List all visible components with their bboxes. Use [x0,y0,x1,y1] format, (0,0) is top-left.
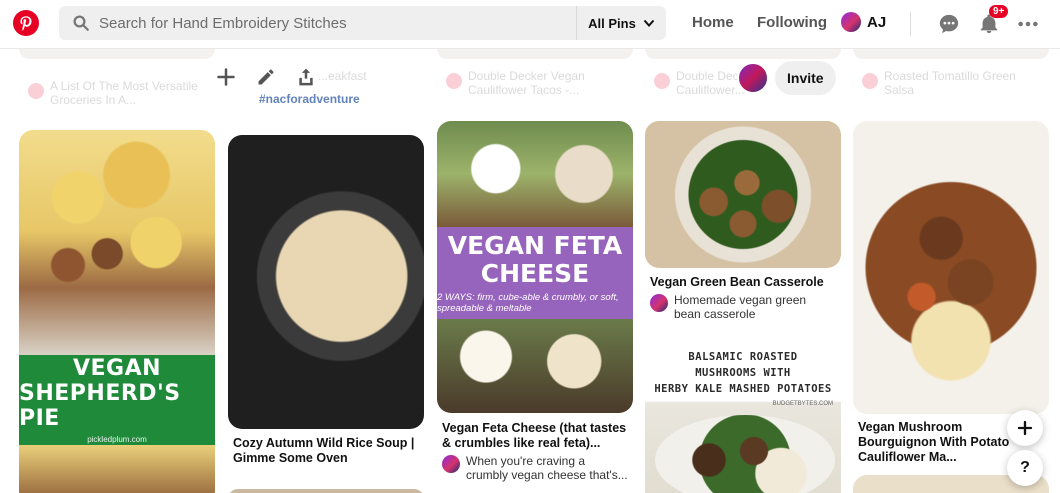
pin-card[interactable]: VEGAN SHEPHERD'S PIE pickledplum.com [19,130,215,493]
pencil-icon [258,69,274,85]
avatar[interactable] [737,62,769,94]
hashtag-link[interactable]: #nacforadventure [259,92,360,106]
search-bar[interactable]: All Pins [59,6,666,40]
plus-icon [217,68,235,86]
banner-subtext: 2 WAYS: firm, cube-able & crumbly, or so… [437,292,619,314]
avatar [650,294,668,312]
pin-image[interactable]: BALSAMIC ROASTED MUSHROOMS WITH HERBY KA… [645,345,841,493]
banner-text: CHEESE [480,259,590,288]
pin-image[interactable]: VEGAN FETA CHEESE 2 WAYS: firm, cube-abl… [437,121,633,413]
add-pin-button[interactable] [214,65,238,89]
faded-pin-title: Roasted Tomatillo Green Salsa [884,69,1016,97]
plus-icon [1017,420,1033,436]
banner-text: HERBY KALE MASHED POTATOES [654,383,832,395]
banner-text: VEGAN FETA [447,231,623,260]
pin-source-avatar [862,73,878,89]
collaborator-invite: Invite [737,61,836,95]
create-pin-button[interactable] [1007,410,1043,446]
pin-card[interactable]: BALSAMIC ROASTED MUSHROOMS WITH HERBY KA… [645,345,841,493]
notification-badge: 9+ [989,5,1009,18]
pin-title[interactable]: Vegan Green Bean Casserole [650,275,836,290]
user-name: AJ [867,13,887,31]
banner-text: MUSHROOMS WITH [695,367,791,379]
faded-pin-image [437,49,633,59]
food-photo [19,130,215,355]
nav-home-link[interactable]: Home [692,14,734,31]
top-header: All Pins Home Following AJ 9+ [0,0,1060,49]
pinterest-logo-icon[interactable] [13,10,39,36]
header-divider [910,12,911,36]
chat-icon [939,14,959,34]
pin-source-avatar [654,73,670,89]
nav-following-link[interactable]: Following [757,14,827,31]
chevron-down-icon [643,19,655,27]
pin-image[interactable] [645,121,841,268]
food-photo [655,415,835,493]
faded-pin-image [645,49,841,59]
pin-banner: BALSAMIC ROASTED MUSHROOMS WITH HERBY KA… [645,349,841,397]
next-pin-image [228,489,424,493]
pin-image[interactable] [228,135,424,429]
faded-pin-title: A List Of The Most Versatile Groceries In… [50,79,198,107]
more-icon [1018,21,1038,27]
search-input[interactable] [99,14,569,32]
help-button[interactable]: ? [1007,450,1043,486]
invite-button[interactable]: Invite [775,61,836,95]
faded-pin-image [853,49,1049,59]
pin-card[interactable]: VEGAN FETA CHEESE 2 WAYS: firm, cube-abl… [437,121,633,493]
pin-image[interactable]: VEGAN SHEPHERD'S PIE pickledplum.com [19,130,215,493]
share-board-button[interactable] [294,65,318,89]
faded-pin-title: ...eakfast [318,69,367,83]
banner-text: SHEPHERD'S PIE [19,381,181,431]
food-photo [19,445,215,493]
pin-title[interactable]: Cozy Autumn Wild Rice Soup | Gimme Some … [233,436,419,466]
source-credit: BUDGETBYTES.COM [772,401,833,407]
source-credit: pickledplum.com [87,435,147,444]
food-photo [437,319,633,413]
pin-description: Homemade vegan green bean casserole [650,293,836,321]
user-profile-link[interactable]: AJ [841,12,886,32]
food-photo [437,121,633,227]
edit-board-button[interactable] [254,65,278,89]
faded-pin-title: Double Decker Vegan Cauliflower Tacos -..… [468,69,585,97]
avatar [841,12,861,32]
pin-card[interactable]: Vegan Green Bean Casserole Homemade vega… [645,121,841,341]
pin-source-avatar [28,83,44,99]
banner-text: VEGAN [72,356,162,381]
pin-description: When you're craving a crumbly vegan chee… [442,454,628,482]
search-scope-dropdown[interactable]: All Pins [576,6,666,40]
pin-title[interactable]: Vegan Feta Cheese (that tastes & crumble… [442,421,628,451]
avatar [442,455,460,473]
share-icon [299,68,313,86]
pin-banner: VEGAN FETA CHEESE 2 WAYS: firm, cube-abl… [437,227,633,319]
messages-button[interactable] [935,10,963,38]
faded-pin-row: A List Of The Most Versatile Groceries In… [0,49,1060,119]
pin-banner: VEGAN SHEPHERD'S PIE pickledplum.com [19,355,215,445]
pin-source-avatar [446,73,462,89]
banner-text: BALSAMIC ROASTED [688,351,798,363]
more-options-button[interactable] [1014,10,1042,38]
pin-card[interactable]: Cozy Autumn Wild Rice Soup | Gimme Some … [228,135,424,493]
pin-image[interactable] [853,121,1049,414]
search-icon [71,13,91,33]
search-scope-label: All Pins [588,15,636,31]
faded-pin-image [19,49,215,59]
